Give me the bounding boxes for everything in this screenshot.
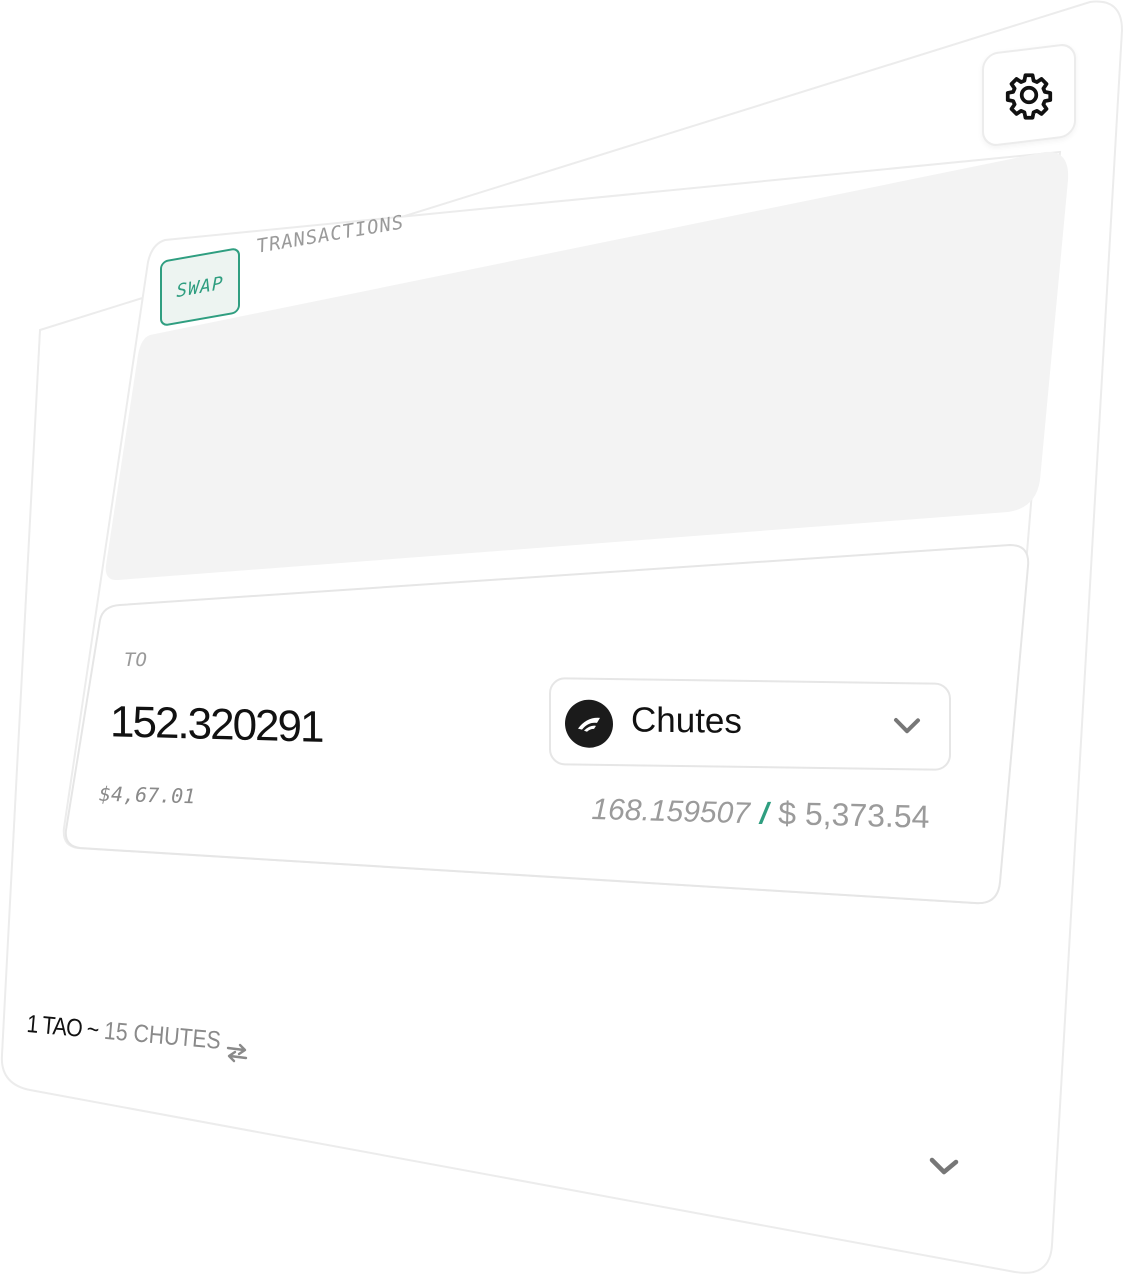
token-selector[interactable]: Chutes (549, 677, 951, 771)
to-amount-input[interactable]: 152.320291 (110, 697, 322, 753)
balance-separator: / (759, 797, 769, 831)
chutes-logo-icon (565, 699, 613, 749)
rate-base: 1 TAO ~ (25, 1010, 100, 1045)
balance-usd: $ 5,373.54 (777, 794, 930, 835)
to-usd-value: $4,67.01 (98, 781, 196, 809)
swap-widget: SWAP TRANSACTIONS TO 152.320291 $4,67.01… (0, 0, 1127, 1285)
tab-swap[interactable]: SWAP (160, 246, 240, 328)
swap-arrows-icon[interactable] (224, 1038, 250, 1068)
tab-swap-label: SWAP (176, 272, 224, 302)
to-label: TO (124, 649, 147, 671)
chevron-down-icon (894, 718, 920, 734)
widget-card (0, 0, 1124, 1274)
token-name: Chutes (631, 700, 742, 741)
settings-button[interactable] (982, 42, 1076, 148)
token-balance: 168.159507 (591, 792, 751, 831)
expand-chevron-icon[interactable] (926, 1152, 962, 1182)
gear-icon (1005, 73, 1053, 120)
